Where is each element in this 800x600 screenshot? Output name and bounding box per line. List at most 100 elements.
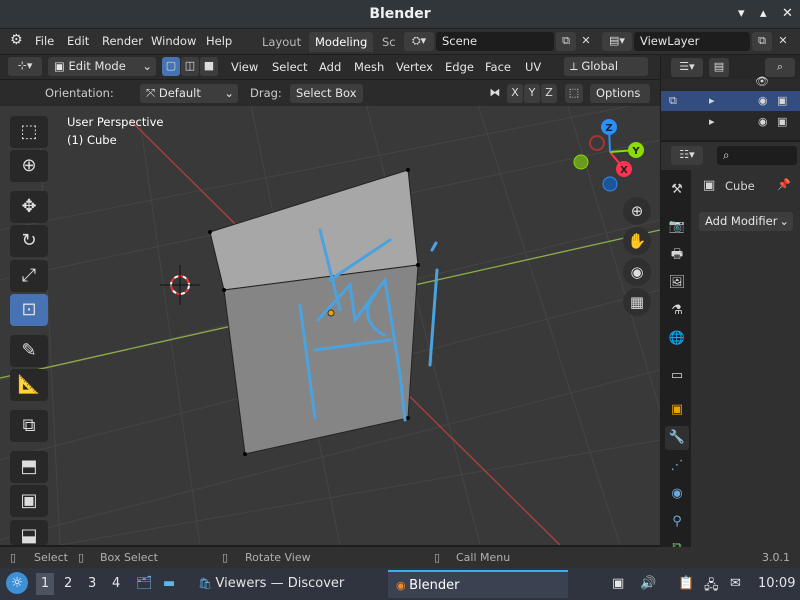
transform-tool-icon[interactable]: ⊡ — [10, 294, 48, 326]
measure-tool-icon[interactable]: 📐 — [10, 369, 48, 401]
transform-orientation-selector[interactable]: ⟂ Global — [564, 57, 648, 76]
scene-tab-icon[interactable]: ⚗ — [665, 299, 689, 323]
notifications-icon[interactable]: ✉ — [730, 576, 741, 591]
app-launcher-icon[interactable]: ☼ — [6, 572, 28, 594]
face-select-icon[interactable]: ■ — [200, 57, 218, 76]
expand-arrow-icon[interactable]: ▸ — [709, 94, 715, 107]
minimize-button[interactable]: ▾ — [738, 6, 745, 21]
menu-select[interactable]: Select — [272, 60, 307, 74]
maximize-button[interactable]: ▴ — [760, 6, 767, 21]
output-tab-icon[interactable]: 🖶 — [665, 243, 689, 267]
mode-selector[interactable]: ▣ Edit Mode ⌄ — [48, 57, 156, 76]
visibility-eye-icon[interactable]: 👁 — [755, 75, 769, 88]
menu-mesh[interactable]: Mesh — [354, 60, 384, 74]
new-viewlayer-icon[interactable]: ⧉ — [752, 32, 772, 51]
extrude-tool-icon[interactable]: ⬒ — [10, 451, 48, 483]
blender-logo-icon[interactable]: ⚙ — [10, 32, 23, 48]
desktop-folder-icon[interactable]: ▬ — [163, 576, 175, 591]
render-tab-icon[interactable]: 📷 — [665, 215, 689, 239]
properties-search-input[interactable]: ⌕ — [717, 146, 797, 165]
mirror-x-toggle[interactable]: X — [507, 84, 523, 103]
outliner-row-light[interactable]: ▸ ◉ ▣ — [661, 112, 800, 132]
camera-view-icon[interactable]: ◉ — [623, 258, 651, 286]
menu-render[interactable]: Render — [102, 34, 143, 48]
search-icon[interactable]: ⌕ — [765, 58, 795, 77]
visibility-eye-icon[interactable]: ◉ — [758, 94, 768, 107]
task-discover[interactable]: 🛍 Viewers — Discover — [190, 570, 380, 598]
options-dropdown[interactable]: Options — [590, 84, 650, 103]
menu-face[interactable]: Face — [485, 60, 511, 74]
scene-name-field[interactable]: Scene — [436, 32, 554, 51]
snap-icon[interactable]: ⬚ — [565, 84, 583, 103]
menu-add[interactable]: Add — [319, 60, 341, 74]
visibility-eye-icon[interactable]: ◉ — [758, 115, 768, 128]
orientation-dropdown[interactable]: ⤧ Default ⌄ — [140, 84, 238, 103]
rotate-tool-icon[interactable]: ↻ — [10, 225, 48, 257]
scene-selector-icon[interactable]: ⛭▾ — [404, 32, 434, 51]
render-camera-icon[interactable]: ▣ — [777, 94, 787, 107]
tool-tab-icon[interactable]: ⚒ — [665, 178, 689, 202]
clipboard-icon[interactable]: 📋 — [678, 576, 694, 591]
delete-viewlayer-icon[interactable]: ✕ — [774, 32, 792, 51]
particles-tab-icon[interactable]: ⋰ — [665, 454, 689, 478]
outliner-editor-type-icon[interactable]: ☰▾ — [671, 58, 703, 77]
menu-file[interactable]: File — [35, 34, 54, 48]
desktop-2[interactable]: 2 — [64, 576, 72, 591]
constraints-tab-icon[interactable]: ⚲ — [665, 510, 689, 534]
physics-tab-icon[interactable]: ◉ — [665, 482, 689, 506]
menu-uv[interactable]: UV — [525, 60, 541, 74]
add-cube-tool-icon[interactable]: ⧉ — [10, 410, 48, 442]
3d-viewport[interactable]: X Y Z User Perspective (1) Cube ⊕ ✋ ◉ ▦ … — [0, 80, 660, 545]
mirror-icon[interactable]: ⧓ — [486, 84, 504, 103]
menu-edge[interactable]: Edge — [445, 60, 474, 74]
tab-modeling[interactable]: Modeling — [309, 32, 374, 52]
desktop-3[interactable]: 3 — [88, 576, 96, 591]
tab-layout[interactable]: Layout — [256, 32, 307, 52]
menu-vertex[interactable]: Vertex — [396, 60, 433, 74]
inset-tool-icon[interactable]: ▣ — [10, 485, 48, 517]
viewlayer-selector-icon[interactable]: ▤▾ — [602, 32, 632, 51]
tab-scripting[interactable]: Sc — [376, 32, 402, 52]
desktop-1[interactable]: 1 — [36, 573, 54, 595]
menu-window[interactable]: Window — [151, 34, 196, 48]
cursor-tool-icon[interactable]: ⊕ — [10, 150, 48, 182]
delete-scene-icon[interactable]: ✕ — [577, 32, 595, 51]
select-box-tool-icon[interactable]: ⬚ — [10, 116, 48, 148]
edge-select-icon[interactable]: ◫ — [181, 57, 199, 76]
view-layer-tab-icon[interactable]: 🖼 — [665, 271, 689, 295]
cube-front-face[interactable] — [223, 264, 419, 455]
file-manager-icon[interactable]: 🗂 — [136, 576, 153, 591]
mirror-y-toggle[interactable]: Y — [524, 84, 540, 103]
drag-dropdown[interactable]: Select Box — [290, 84, 363, 103]
editor-type-icon[interactable]: ⊹▾ — [8, 57, 42, 76]
menu-view[interactable]: View — [231, 60, 258, 74]
desktop-4[interactable]: 4 — [112, 576, 120, 591]
zoom-icon[interactable]: ⊕ — [623, 197, 651, 225]
modifier-wrench-icon[interactable]: 🔧 — [665, 426, 689, 450]
outliner-row-cube[interactable]: ⧉ ▸ ◉ ▣ — [661, 91, 800, 111]
viewlayer-name-field[interactable]: ViewLayer — [634, 32, 750, 51]
bevel-tool-icon[interactable]: ⬓ — [10, 520, 48, 545]
scale-tool-icon[interactable]: ⤢ — [10, 260, 48, 292]
media-player-icon[interactable]: ▣ — [612, 576, 624, 591]
annotate-tool-icon[interactable]: ✎ — [10, 335, 48, 367]
world-tab-icon[interactable]: 🌐 — [665, 327, 689, 351]
new-scene-icon[interactable]: ⧉ — [556, 32, 576, 51]
menu-edit[interactable]: Edit — [67, 34, 89, 48]
outliner-filter-icon[interactable]: ▤ — [709, 58, 729, 77]
mirror-z-toggle[interactable]: Z — [541, 84, 557, 103]
move-tool-icon[interactable]: ✥ — [10, 191, 48, 223]
perspective-grid-icon[interactable]: ▦ — [623, 288, 651, 316]
collection-tab-icon[interactable]: ▭ — [665, 364, 689, 388]
volume-icon[interactable]: 🔊 — [640, 576, 656, 591]
expand-arrow-icon[interactable]: ▸ — [709, 115, 715, 128]
properties-editor-type-icon[interactable]: ☷▾ — [671, 146, 703, 165]
pin-icon[interactable]: 📌 — [777, 178, 791, 191]
pan-hand-icon[interactable]: ✋ — [623, 227, 651, 255]
outliner-row-camera[interactable]: 👁 — [661, 75, 800, 89]
object-tab-icon[interactable]: ▣ — [665, 398, 689, 422]
vertex-select-icon[interactable]: ▢ — [162, 57, 180, 76]
close-button[interactable]: ✕ — [782, 6, 793, 21]
menu-help[interactable]: Help — [206, 34, 232, 48]
task-blender[interactable]: ◉ Blender — [388, 570, 568, 598]
